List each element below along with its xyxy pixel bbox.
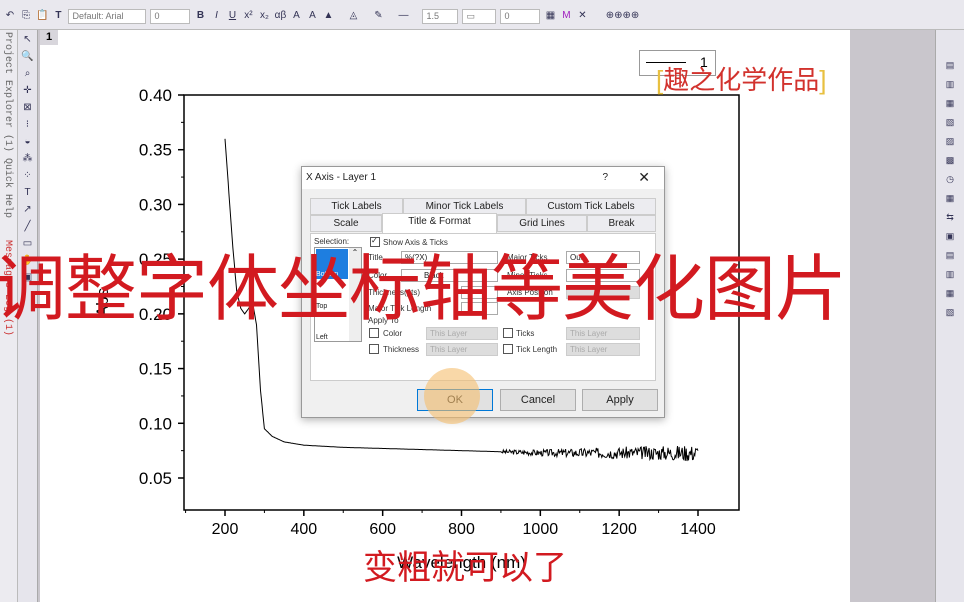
x-tick-label: 800 xyxy=(448,521,475,538)
close-icon[interactable]: ✕ xyxy=(638,169,650,186)
apply-thickness-select[interactable]: This Layer xyxy=(426,343,498,356)
y-tick-label: 0.05 xyxy=(139,469,172,488)
tab-scale[interactable]: Scale xyxy=(310,215,382,232)
x-tick-label: 600 xyxy=(369,521,396,538)
caption-main: 调整字体坐标轴等美化图片 xyxy=(0,250,847,330)
dialog-title-bar: X Axis - Layer 1 ? ✕ xyxy=(302,167,664,189)
x-tick-label: 1000 xyxy=(523,521,559,538)
x-tick-label: 400 xyxy=(290,521,317,538)
tab-break[interactable]: Break xyxy=(587,215,656,232)
tab-grid-lines[interactable]: Grid Lines xyxy=(497,215,587,232)
apply-color-label: Color xyxy=(383,329,403,338)
cancel-button[interactable]: Cancel xyxy=(500,389,576,411)
apply-thickness-checkbox[interactable] xyxy=(369,344,379,354)
caption-sub: 变粗就可以了 xyxy=(363,549,567,587)
apply-ticks-label: Ticks xyxy=(516,329,535,338)
apply-thickness-label: Thickness xyxy=(383,345,420,354)
apply-tick-length-label: Tick Length xyxy=(516,345,558,354)
x-tick-label: 1200 xyxy=(601,521,637,538)
x-tick-label: 200 xyxy=(212,521,239,538)
show-axis-checkbox[interactable]: ✓ xyxy=(370,236,380,247)
x-tick-label: 1400 xyxy=(680,521,716,538)
y-tick-label: 0.15 xyxy=(139,360,172,379)
watermark: [趣之化学作品] xyxy=(656,65,827,95)
apply-button[interactable]: Apply xyxy=(582,389,658,411)
click-highlight xyxy=(424,368,480,424)
apply-tick-length-checkbox[interactable] xyxy=(503,344,513,354)
selection-label: Selection: xyxy=(314,237,350,246)
help-button[interactable]: ? xyxy=(602,172,608,183)
tab-custom-tick-labels[interactable]: Custom Tick Labels xyxy=(526,198,656,215)
dialog-title: X Axis - Layer 1 xyxy=(306,172,377,183)
y-tick-label: 0.35 xyxy=(139,141,172,160)
y-tick-label: 0.30 xyxy=(139,195,172,214)
tab-title-format[interactable]: Title & Format xyxy=(382,213,497,234)
apply-tick-length-select[interactable]: This Layer xyxy=(566,343,640,356)
y-tick-label: 0.40 xyxy=(139,86,172,105)
y-tick-label: 0.10 xyxy=(139,414,172,433)
show-axis-label: Show Axis & Ticks xyxy=(383,238,448,247)
